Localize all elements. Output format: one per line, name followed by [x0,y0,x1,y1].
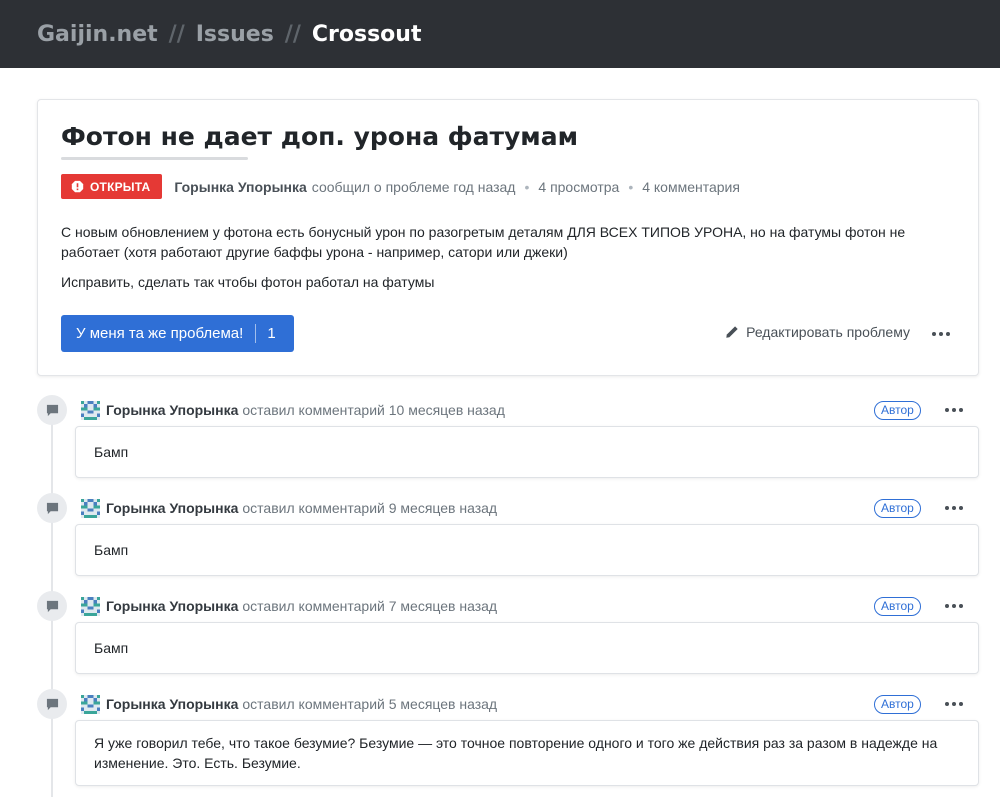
issue-more-menu-icon[interactable] [930,326,952,342]
breadcrumb-issues[interactable]: Issues [196,22,274,47]
issue-description: С новым обновлением у фотона есть бонусн… [61,222,961,302]
breadcrumb-separator: // [168,21,185,47]
edit-issue-label: Редактировать проблему [746,324,910,340]
comment-bubble-icon [37,395,67,425]
comment: Горынка Упорынка оставил комментарий 7 ме… [0,591,1000,681]
breadcrumb-crossout[interactable]: Crossout [312,22,422,47]
comment-body: Бамп [75,524,979,576]
author-badge: Автор [874,597,921,616]
comment-author-link[interactable]: Горынка Упорынка [106,402,238,418]
me-too-button[interactable]: У меня та же проблема! 1 [61,315,294,352]
status-label: ОТКРЫТА [90,179,151,194]
comment: Горынка Упорынка оставил комментарий 9 ме… [0,493,1000,583]
comment-more-menu-icon[interactable] [943,696,965,712]
comment-body: Бамп [75,622,979,674]
comment-bubble-icon [37,493,67,523]
issue-card: Фотон не дает доп. урона фатумам ОТКРЫТА… [37,99,979,376]
pencil-icon [726,326,738,338]
comment-author-link[interactable]: Горынка Упорынка [106,598,238,614]
issue-reported-text: сообщил о проблеме год назад [311,178,516,195]
issue-views: 4 просмотра [538,178,620,195]
top-navbar: Gaijin.net // Issues // Crossout [0,0,1000,68]
breadcrumb-gaijin[interactable]: Gaijin.net [37,22,158,47]
comment-action-text: оставил комментарий 7 месяцев назад [242,598,498,614]
meta-dot: • [524,178,530,195]
comment-bubble-icon [37,591,67,621]
me-too-divider [255,324,257,343]
comment-bubble-icon [37,689,67,719]
comment-author-link[interactable]: Горынка Упорынка [106,696,238,712]
title-underline [61,157,248,160]
description-paragraph: С новым обновлением у фотона есть бонусн… [61,224,906,260]
avatar[interactable] [81,401,100,420]
issue-meta: ОТКРЫТА Горынка Упорынка сообщил о пробл… [61,174,740,199]
comment-header: Горынка Упорынка оставил комментарий 5 ме… [106,695,497,714]
comment: Горынка Упорынка оставил комментарий 5 ме… [0,689,1000,797]
comment-action-text: оставил комментарий 5 месяцев назад [242,696,498,712]
avatar[interactable] [81,695,100,714]
alert-octagon-icon [71,180,84,193]
comment-body: Бамп [75,426,979,478]
description-paragraph: Исправить, сделать так чтобы фотон работ… [61,274,435,290]
comment-header: Горынка Упорынка оставил комментарий 7 ме… [106,597,497,616]
comment-header: Горынка Упорынка оставил комментарий 9 ме… [106,499,497,518]
issue-title: Фотон не дает доп. урона фатумам [61,122,579,151]
comment-body: Я уже говорил тебе, что такое безумие? Б… [75,720,979,786]
comment-more-menu-icon[interactable] [943,402,965,418]
edit-issue-link[interactable]: Редактировать проблему [725,324,910,340]
comment-header: Горынка Упорынка оставил комментарий 10 м… [106,401,505,420]
avatar[interactable] [81,499,100,518]
author-badge: Автор [874,499,921,518]
status-badge: ОТКРЫТА [61,174,163,199]
comment-more-menu-icon[interactable] [943,598,965,614]
breadcrumb-separator: // [284,21,301,47]
comment-action-text: оставил комментарий 9 месяцев назад [242,500,498,516]
avatar[interactable] [81,597,100,616]
comment-more-menu-icon[interactable] [943,500,965,516]
issue-author-link[interactable]: Горынка Упорынка [174,179,306,195]
meta-dot: • [628,178,634,195]
issue-comments-count: 4 комментария [642,178,740,195]
me-too-label: У меня та же проблема! [76,325,244,342]
comment: Горынка Упорынка оставил комментарий 10 м… [0,395,1000,485]
comment-author-link[interactable]: Горынка Упорынка [106,500,238,516]
comment-action-text: оставил комментарий 10 месяцев назад [242,402,505,418]
me-too-count: 1 [267,325,276,342]
author-badge: Автор [874,695,921,714]
author-badge: Автор [874,401,921,420]
